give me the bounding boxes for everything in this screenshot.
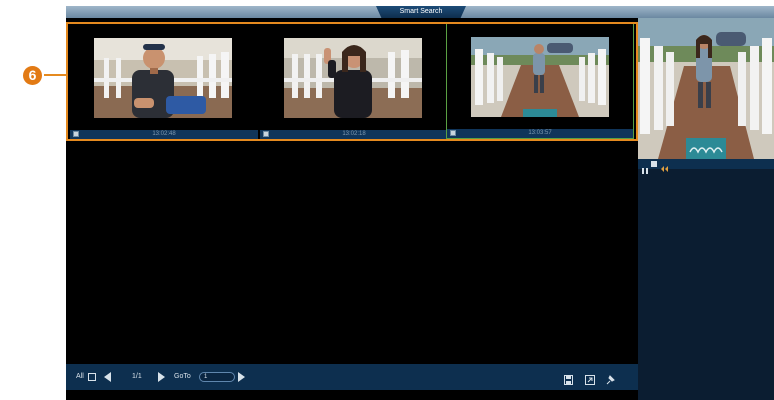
clip-grid: 13:02:48 13:02:18 13:03:57 <box>66 18 638 141</box>
save-icon[interactable] <box>564 372 573 385</box>
preview-image <box>638 18 774 159</box>
prev-page-icon[interactable] <box>104 372 111 382</box>
pager-toolbar: All 1/1 GoTo 1 <box>66 364 638 390</box>
rewind-icon[interactable] <box>660 160 668 172</box>
stop-icon[interactable] <box>651 161 657 167</box>
window-title: Smart Search <box>376 6 466 18</box>
clip-timestamp-1: 13:02:48 <box>152 131 176 137</box>
title-bar: Smart Search <box>66 6 774 18</box>
callout-badge: 6 <box>23 66 42 85</box>
callout-connector <box>44 74 66 76</box>
goto-page-input[interactable]: 1 <box>199 372 235 382</box>
go-icon[interactable] <box>238 372 245 382</box>
clip-image-3 <box>471 37 609 117</box>
select-all-checkbox[interactable] <box>88 373 96 381</box>
page-indicator: 1/1 <box>132 373 142 380</box>
footer-strip <box>66 390 638 400</box>
preview-controls <box>638 159 774 174</box>
clip-caption-2: 13:02:18 <box>260 130 448 139</box>
playback-area <box>66 141 638 364</box>
goto-label: GoTo <box>174 373 191 380</box>
clip-timestamp-3: 13:03:57 <box>528 130 552 136</box>
clip-image-1 <box>94 38 232 118</box>
next-page-icon[interactable] <box>158 372 165 382</box>
select-all-label: All <box>76 373 84 380</box>
clip-thumbnail-1[interactable]: 13:02:48 <box>70 22 258 139</box>
preview-panel <box>638 18 774 400</box>
clip-caption-1: 13:02:48 <box>70 130 258 139</box>
clip-caption-3: 13:03:57 <box>447 129 633 138</box>
clip-thumbnail-3[interactable]: 13:03:57 <box>446 22 634 139</box>
export-icon[interactable] <box>585 372 595 385</box>
clip-thumbnail-2[interactable]: 13:02:18 <box>260 22 448 139</box>
clip-timestamp-2: 13:02:18 <box>342 131 366 137</box>
pause-icon[interactable] <box>642 161 648 174</box>
clip-image-2 <box>284 38 422 118</box>
smart-search-window: Smart Search 13:02:48 13:02:18 13:03:57 … <box>66 6 774 400</box>
pin-icon[interactable] <box>606 372 615 385</box>
